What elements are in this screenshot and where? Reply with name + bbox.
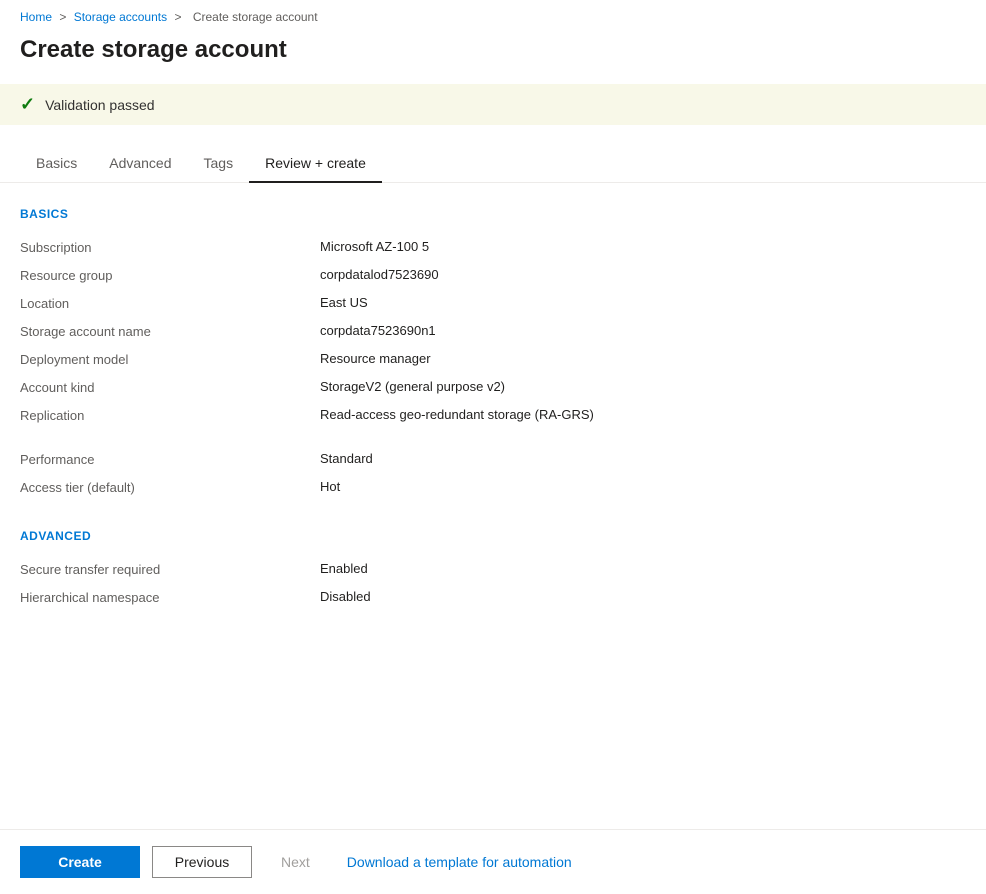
breadcrumb-sep2: > xyxy=(174,10,181,24)
row-access-tier: Access tier (default) Hot xyxy=(20,473,966,501)
row-performance: Performance Standard xyxy=(20,445,966,473)
page-container: Home > Storage accounts > Create storage… xyxy=(0,0,986,894)
row-secure-transfer: Secure transfer required Enabled xyxy=(20,555,966,583)
breadcrumb: Home > Storage accounts > Create storage… xyxy=(0,0,986,30)
download-template-link[interactable]: Download a template for automation xyxy=(347,854,572,870)
validation-check-icon: ✓ xyxy=(20,94,35,115)
next-button: Next xyxy=(264,846,327,878)
row-replication: Replication Read-access geo-redundant st… xyxy=(20,401,966,429)
breadcrumb-home[interactable]: Home xyxy=(20,10,52,24)
label-deployment-model: Deployment model xyxy=(20,351,320,367)
row-storage-account-name: Storage account name corpdata7523690n1 xyxy=(20,317,966,345)
section-gap-2 xyxy=(20,509,966,525)
create-button[interactable]: Create xyxy=(20,846,140,878)
row-resource-group: Resource group corpdatalod7523690 xyxy=(20,261,966,289)
content-area: BASICS Subscription Microsoft AZ-100 5 R… xyxy=(0,207,986,611)
page-title: Create storage account xyxy=(0,30,986,84)
tab-tags[interactable]: Tags xyxy=(188,145,250,183)
label-account-kind: Account kind xyxy=(20,379,320,395)
label-location: Location xyxy=(20,295,320,311)
value-account-kind: StorageV2 (general purpose v2) xyxy=(320,379,966,394)
value-access-tier: Hot xyxy=(320,479,966,494)
label-subscription: Subscription xyxy=(20,239,320,255)
label-performance: Performance xyxy=(20,451,320,467)
label-resource-group: Resource group xyxy=(20,267,320,283)
value-secure-transfer: Enabled xyxy=(320,561,966,576)
row-account-kind: Account kind StorageV2 (general purpose … xyxy=(20,373,966,401)
value-subscription: Microsoft AZ-100 5 xyxy=(320,239,966,254)
tab-advanced[interactable]: Advanced xyxy=(93,145,187,183)
validation-banner: ✓ Validation passed xyxy=(0,84,986,125)
value-location: East US xyxy=(320,295,966,310)
breadcrumb-current: Create storage account xyxy=(193,10,318,24)
label-storage-account-name: Storage account name xyxy=(20,323,320,339)
validation-text: Validation passed xyxy=(45,97,154,113)
value-hierarchical-namespace: Disabled xyxy=(320,589,966,604)
footer: Create Previous Next Download a template… xyxy=(0,829,986,894)
row-hierarchical-namespace: Hierarchical namespace Disabled xyxy=(20,583,966,611)
breadcrumb-sep1: > xyxy=(59,10,66,24)
tab-review-create[interactable]: Review + create xyxy=(249,145,382,183)
tab-basics[interactable]: Basics xyxy=(20,145,93,183)
value-storage-account-name: corpdata7523690n1 xyxy=(320,323,966,338)
label-access-tier: Access tier (default) xyxy=(20,479,320,495)
row-subscription: Subscription Microsoft AZ-100 5 xyxy=(20,233,966,261)
row-deployment-model: Deployment model Resource manager xyxy=(20,345,966,373)
section-gap-1 xyxy=(20,429,966,445)
value-replication: Read-access geo-redundant storage (RA-GR… xyxy=(320,407,966,422)
label-secure-transfer: Secure transfer required xyxy=(20,561,320,577)
value-deployment-model: Resource manager xyxy=(320,351,966,366)
basics-section-header: BASICS xyxy=(20,207,966,221)
previous-button[interactable]: Previous xyxy=(152,846,252,878)
value-performance: Standard xyxy=(320,451,966,466)
advanced-section: ADVANCED Secure transfer required Enable… xyxy=(20,509,966,611)
label-hierarchical-namespace: Hierarchical namespace xyxy=(20,589,320,605)
advanced-section-header: ADVANCED xyxy=(20,529,966,543)
breadcrumb-storage[interactable]: Storage accounts xyxy=(74,10,167,24)
tabs-container: Basics Advanced Tags Review + create xyxy=(0,145,986,183)
label-replication: Replication xyxy=(20,407,320,423)
value-resource-group: corpdatalod7523690 xyxy=(320,267,966,282)
row-location: Location East US xyxy=(20,289,966,317)
